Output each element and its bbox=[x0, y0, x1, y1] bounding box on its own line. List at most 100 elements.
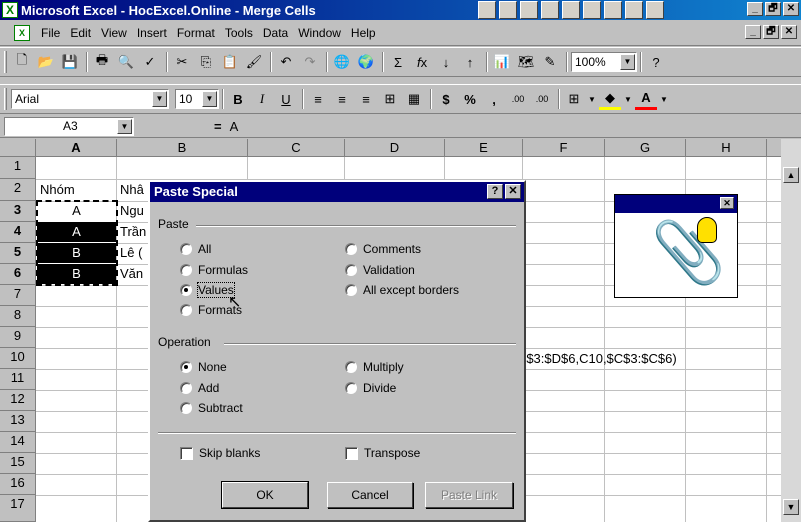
row-header[interactable]: 11 bbox=[0, 369, 36, 390]
chevron-down-icon[interactable]: ▼ bbox=[587, 88, 597, 110]
redo-icon[interactable]: ↷ bbox=[299, 51, 321, 73]
paste-except-borders-radio[interactable]: All except borders bbox=[345, 283, 459, 297]
autosum-icon[interactable]: Σ bbox=[387, 51, 409, 73]
chevron-down-icon[interactable]: ▼ bbox=[659, 88, 669, 110]
column-header-e[interactable]: E bbox=[445, 139, 523, 157]
menu-data[interactable]: Data bbox=[258, 26, 293, 40]
vertical-scrollbar[interactable]: ▲ ▼ bbox=[781, 139, 801, 522]
row-header[interactable]: 4 bbox=[0, 222, 36, 243]
row-header[interactable]: 10 bbox=[0, 348, 36, 369]
menu-file[interactable]: File bbox=[36, 26, 65, 40]
dialog-titlebar[interactable]: Paste Special ? ✕ bbox=[150, 182, 524, 202]
doc-restore-button[interactable]: 🗗 bbox=[763, 25, 779, 39]
chart-wizard-icon[interactable]: 📊 bbox=[491, 51, 513, 73]
menu-window[interactable]: Window bbox=[293, 26, 346, 40]
cell-a2[interactable]: Nhóm bbox=[40, 180, 116, 200]
column-header-partial[interactable] bbox=[767, 139, 781, 157]
taskbar-icon[interactable] bbox=[499, 1, 517, 19]
skip-blanks-checkbox[interactable]: Skip blanks bbox=[180, 446, 260, 460]
taskbar-icon[interactable] bbox=[562, 1, 580, 19]
zoom-select[interactable]: 100% ▼ bbox=[571, 52, 637, 72]
cell-b4[interactable]: Trần bbox=[120, 222, 150, 242]
scroll-up-icon[interactable]: ▲ bbox=[783, 167, 799, 183]
sort-ascending-icon[interactable]: ↓ bbox=[435, 51, 457, 73]
align-left-icon[interactable]: ≡ bbox=[307, 88, 329, 110]
taskbar-icon[interactable] bbox=[625, 1, 643, 19]
column-header-h[interactable]: H bbox=[686, 139, 767, 157]
font-size-select[interactable]: 10 ▼ bbox=[175, 89, 219, 109]
row-header[interactable]: 5 bbox=[0, 243, 36, 264]
cell-b2[interactable]: Nhâ bbox=[120, 180, 150, 200]
align-right-icon[interactable]: ≡ bbox=[355, 88, 377, 110]
operation-none-radio[interactable]: None bbox=[180, 360, 227, 374]
row-header[interactable]: 17 bbox=[0, 495, 36, 522]
print-preview-icon[interactable]: 🔍 bbox=[115, 51, 137, 73]
hyperlink-icon[interactable]: 🌐 bbox=[331, 51, 353, 73]
copy-icon[interactable]: ⎘ bbox=[195, 51, 217, 73]
minimize-button[interactable]: _ bbox=[747, 2, 763, 16]
increase-decimal-button[interactable]: .00 bbox=[507, 88, 529, 110]
cell-b5[interactable]: Lê ( bbox=[120, 243, 150, 263]
taskbar-icon[interactable] bbox=[604, 1, 622, 19]
format-painter-icon[interactable]: 🖌 bbox=[243, 51, 265, 73]
menu-view[interactable]: View bbox=[96, 26, 132, 40]
column-header-a[interactable]: A bbox=[36, 139, 117, 157]
cell-e10[interactable]: )$3:$D$6,C10,$C$3:$C$6) bbox=[522, 349, 766, 369]
menu-insert[interactable]: Insert bbox=[132, 26, 172, 40]
column-header-c[interactable]: C bbox=[248, 139, 345, 157]
cell-b3[interactable]: Ngu bbox=[120, 201, 150, 221]
row-header[interactable]: 3 bbox=[0, 201, 36, 222]
column-header-b[interactable]: B bbox=[117, 139, 248, 157]
borders-icon[interactable]: ⊞ bbox=[563, 88, 585, 110]
lightbulb-icon[interactable] bbox=[697, 217, 717, 243]
row-header[interactable]: 15 bbox=[0, 453, 36, 474]
toolbar-grip[interactable] bbox=[4, 51, 7, 73]
font-select[interactable]: Arial ▼ bbox=[11, 89, 169, 109]
ok-button[interactable]: OK bbox=[221, 481, 309, 509]
help-icon[interactable]: ? bbox=[645, 51, 667, 73]
open-icon[interactable]: 📂 bbox=[35, 51, 57, 73]
scroll-down-icon[interactable]: ▼ bbox=[783, 499, 799, 515]
taskbar-icon[interactable] bbox=[478, 1, 496, 19]
cell-b6[interactable]: Văn bbox=[120, 264, 150, 284]
row-header[interactable]: 8 bbox=[0, 306, 36, 327]
underline-button[interactable]: U bbox=[275, 88, 297, 110]
spelling-icon[interactable]: ✓ bbox=[139, 51, 161, 73]
row-header[interactable]: 16 bbox=[0, 474, 36, 495]
restore-button[interactable]: 🗗 bbox=[765, 2, 781, 16]
taskbar-icon[interactable] bbox=[583, 1, 601, 19]
menu-tools[interactable]: Tools bbox=[220, 26, 258, 40]
bold-button[interactable]: B bbox=[227, 88, 249, 110]
undo-icon[interactable]: ↶ bbox=[275, 51, 297, 73]
menu-format[interactable]: Format bbox=[172, 26, 220, 40]
print-icon[interactable]: 🖶 bbox=[91, 51, 113, 73]
font-color-icon[interactable]: A bbox=[635, 88, 657, 110]
table-icon[interactable]: ▦ bbox=[403, 88, 425, 110]
dialog-close-button[interactable]: ✕ bbox=[505, 184, 521, 199]
row-header[interactable]: 9 bbox=[0, 327, 36, 348]
chevron-down-icon[interactable]: ▼ bbox=[620, 54, 635, 70]
paste-validation-radio[interactable]: Validation bbox=[345, 263, 415, 277]
chevron-down-icon[interactable]: ▼ bbox=[152, 91, 167, 107]
dialog-help-button[interactable]: ? bbox=[487, 184, 503, 199]
close-button[interactable]: ✕ bbox=[783, 2, 799, 16]
excel-app-icon[interactable]: X bbox=[2, 2, 18, 18]
new-icon[interactable]: 🗋 bbox=[11, 51, 33, 73]
column-header-f[interactable]: F bbox=[523, 139, 605, 157]
chevron-down-icon[interactable]: ▼ bbox=[117, 119, 132, 134]
row-header[interactable]: 2 bbox=[0, 179, 36, 201]
paste-values-radio[interactable]: Values bbox=[180, 282, 235, 298]
fill-color-icon[interactable]: ◆ bbox=[599, 88, 621, 110]
equals-icon[interactable]: = bbox=[214, 119, 222, 134]
cancel-button[interactable]: Cancel bbox=[327, 482, 413, 508]
function-icon[interactable]: fx bbox=[411, 51, 433, 73]
chevron-down-icon[interactable]: ▼ bbox=[623, 88, 633, 110]
office-assistant[interactable]: ✕ 📎 bbox=[614, 194, 738, 298]
operation-add-radio[interactable]: Add bbox=[180, 381, 219, 395]
web-icon[interactable]: 🌍 bbox=[355, 51, 377, 73]
chevron-down-icon[interactable]: ▼ bbox=[202, 91, 217, 107]
paste-comments-radio[interactable]: Comments bbox=[345, 242, 421, 256]
paste-all-radio[interactable]: All bbox=[180, 242, 211, 256]
taskbar-icon[interactable] bbox=[541, 1, 559, 19]
row-header[interactable]: 6 bbox=[0, 264, 36, 285]
